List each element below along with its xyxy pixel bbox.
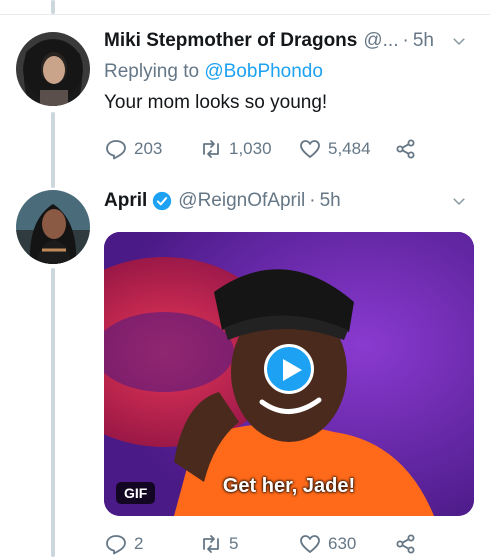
handle[interactable]: @... bbox=[363, 30, 398, 52]
retweet-count: 1,030 bbox=[229, 139, 272, 158]
chevron-down-icon[interactable] bbox=[450, 192, 468, 210]
tweet-1[interactable]: Miki Stepmother of Dragons @... · 5h Rep… bbox=[0, 0, 490, 180]
heart-icon bbox=[300, 140, 320, 158]
heart-icon bbox=[300, 535, 320, 553]
reply-button[interactable]: 2 bbox=[104, 531, 143, 557]
mention-link[interactable]: @BobPhondo bbox=[204, 61, 323, 82]
retweet-button[interactable]: 5 bbox=[199, 531, 238, 557]
play-icon bbox=[283, 359, 302, 381]
separator-dot: · bbox=[309, 190, 316, 211]
like-button[interactable]: 630 bbox=[298, 531, 356, 557]
share-button[interactable] bbox=[394, 531, 418, 557]
tweet-2[interactable]: April @ReignOfApril · 5h GIF Get her, Ja… bbox=[0, 180, 490, 557]
share-button[interactable] bbox=[394, 136, 418, 162]
reply-count: 2 bbox=[134, 534, 144, 553]
replying-to-label: Replying to bbox=[104, 61, 200, 82]
avatar[interactable] bbox=[16, 190, 90, 264]
separator-dot: · bbox=[402, 30, 409, 51]
tweet-header: April @ReignOfApril · 5h bbox=[104, 188, 468, 214]
avatar[interactable] bbox=[16, 32, 90, 106]
handle[interactable]: @ReignOfApril bbox=[178, 190, 305, 212]
retweet-icon bbox=[203, 140, 219, 158]
tweet-actions: 2 5 630 bbox=[104, 531, 434, 557]
like-button[interactable]: 5,484 bbox=[298, 136, 371, 162]
like-count: 5,484 bbox=[328, 139, 371, 158]
reply-count: 203 bbox=[134, 139, 163, 158]
timestamp[interactable]: 5h bbox=[413, 30, 434, 52]
retweet-button[interactable]: 1,030 bbox=[199, 136, 272, 162]
tweet-text: Your mom looks so young! bbox=[104, 92, 328, 113]
replying-to: Replying to @BobPhondo bbox=[104, 61, 323, 83]
verified-badge-icon bbox=[153, 191, 172, 211]
share-icon bbox=[396, 534, 415, 554]
like-count: 630 bbox=[328, 534, 357, 553]
display-name[interactable]: Miki Stepmother of Dragons bbox=[104, 30, 357, 52]
play-button[interactable] bbox=[264, 344, 314, 394]
chevron-down-icon[interactable] bbox=[450, 32, 468, 50]
reply-icon bbox=[106, 535, 126, 555]
share-icon bbox=[396, 139, 415, 159]
gif-caption: Get her, Jade! bbox=[222, 475, 356, 497]
tweet-header: Miki Stepmother of Dragons @... · 5h bbox=[104, 28, 468, 54]
gif-media[interactable]: GIF Get her, Jade! bbox=[104, 232, 474, 516]
tweet-actions: 203 1,030 5,484 bbox=[104, 136, 434, 162]
reply-button[interactable]: 203 bbox=[104, 136, 162, 162]
retweet-icon bbox=[203, 535, 219, 553]
retweet-count: 5 bbox=[229, 534, 239, 553]
timestamp[interactable]: 5h bbox=[320, 190, 341, 212]
display-name[interactable]: April bbox=[104, 190, 147, 212]
reply-icon bbox=[106, 140, 126, 160]
